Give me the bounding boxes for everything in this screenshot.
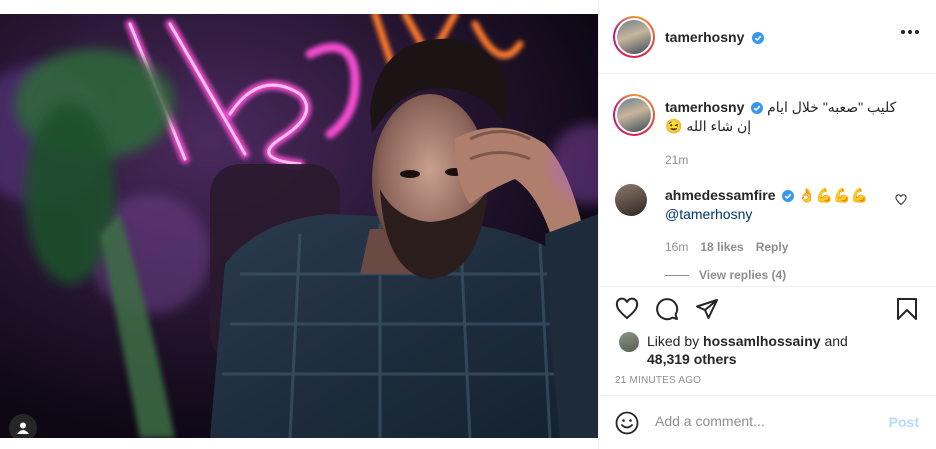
commenter-avatar[interactable] — [615, 184, 647, 216]
user-tag-button[interactable] — [9, 414, 37, 438]
media-top-margin — [0, 0, 598, 14]
view-replies-button[interactable]: View replies (4) — [665, 268, 786, 282]
comments-section: tamerhosny كليب "صعبه" خلال ايام 😉 إن شا… — [599, 74, 936, 286]
likes-and: and — [824, 333, 848, 349]
verified-badge-icon — [782, 190, 795, 202]
comment-composer: Add a comment... Post — [599, 396, 936, 449]
caption-age: 21m — [665, 153, 689, 167]
verified-badge-icon — [751, 102, 764, 114]
comment-age: 16m — [665, 240, 689, 254]
comment-like-heart-icon[interactable] — [895, 194, 907, 206]
author-name-row: tamerhosny — [665, 29, 764, 47]
post-actions: Liked by hossamlhossainy and 48,319 othe… — [599, 286, 936, 396]
post-comment-button[interactable]: Post — [889, 414, 919, 430]
media-bottom-margin — [0, 438, 598, 449]
comment-mention-link[interactable]: @tamerhosny — [665, 206, 752, 222]
action-icons — [615, 297, 719, 321]
more-options-button[interactable] — [901, 30, 919, 34]
author-avatar[interactable] — [613, 16, 655, 58]
comment: ahmedessamfire 👌💪💪💪 @tamerhosny 16m 18 l… — [665, 186, 885, 257]
caption-text-line2: إن شاء الله — [686, 118, 752, 134]
caption-author-username[interactable]: tamerhosny — [665, 99, 744, 115]
likes-others-link[interactable]: 48,319 others — [647, 351, 737, 367]
author-username[interactable]: tamerhosny — [665, 29, 744, 45]
comment-reply-button[interactable]: Reply — [756, 238, 789, 257]
likes-summary: Liked by hossamlhossainy and 48,319 othe… — [619, 332, 848, 368]
bookmark-icon[interactable] — [895, 297, 919, 321]
view-replies-label: View replies (4) — [699, 268, 787, 282]
comment-icon[interactable] — [655, 297, 679, 321]
view-replies-line — [665, 274, 689, 276]
liker-avatar[interactable] — [619, 332, 639, 352]
user-tag-icon — [17, 422, 29, 434]
liker-username[interactable]: hossamlhossainy — [703, 333, 821, 349]
post-header: tamerhosny — [599, 0, 936, 74]
post-timestamp[interactable]: 21 MINUTES AGO — [615, 375, 701, 386]
post-side-panel: tamerhosny tamerhosny كليب "صعبه" خلال ا… — [598, 0, 936, 449]
comment-emojis: 👌💪💪💪 — [798, 187, 869, 203]
caption-text-line1: كليب "صعبه" خلال ايام — [767, 99, 897, 115]
more-options-icon — [901, 30, 905, 34]
emoji-icon[interactable] — [615, 411, 639, 435]
post-photo[interactable] — [0, 14, 598, 438]
post-caption: tamerhosny كليب "صعبه" خلال ايام 😉 إن شا… — [665, 98, 905, 170]
comment-meta: 16m 18 likes Reply — [665, 238, 885, 257]
heart-icon[interactable] — [615, 297, 639, 321]
caption-author-avatar[interactable] — [613, 94, 655, 136]
comment-likes-link[interactable]: 18 likes — [700, 238, 743, 257]
share-icon[interactable] — [695, 297, 719, 321]
verified-badge-icon — [751, 32, 764, 44]
comment-input[interactable]: Add a comment... — [655, 413, 765, 429]
caption-emoji: 😉 — [665, 118, 683, 134]
likes-prefix: Liked by — [647, 333, 700, 349]
commenter-username[interactable]: ahmedessamfire — [665, 187, 776, 203]
post-photo-illustration — [0, 14, 598, 438]
